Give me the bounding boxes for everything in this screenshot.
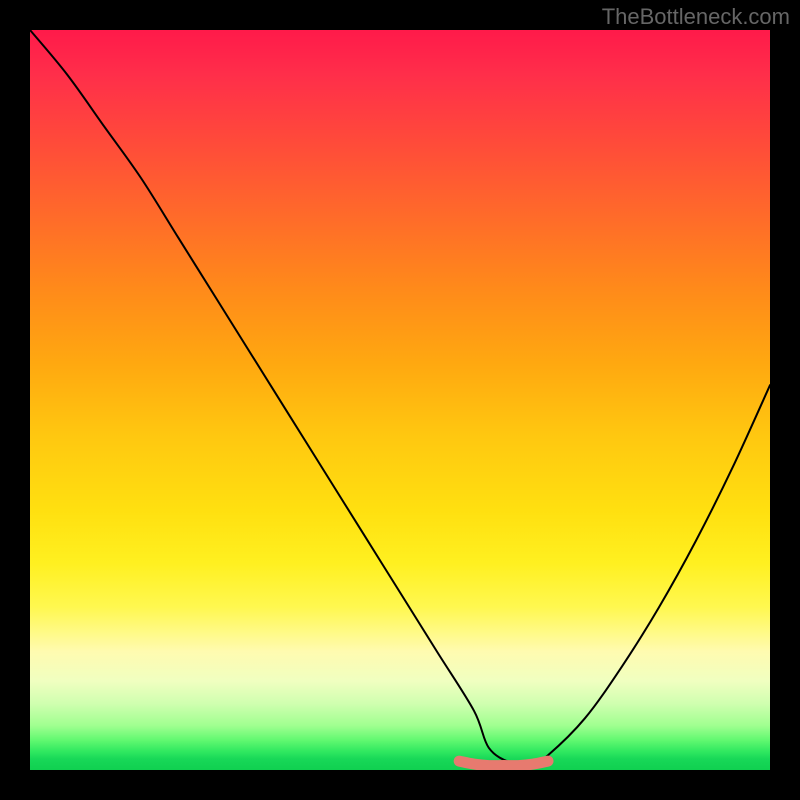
- bottleneck-curve: [30, 30, 770, 764]
- chart-svg: [30, 30, 770, 770]
- plot-area: [30, 30, 770, 770]
- optimal-range-marker: [459, 761, 548, 766]
- watermark-label: TheBottleneck.com: [602, 4, 790, 30]
- chart-container: TheBottleneck.com: [0, 0, 800, 800]
